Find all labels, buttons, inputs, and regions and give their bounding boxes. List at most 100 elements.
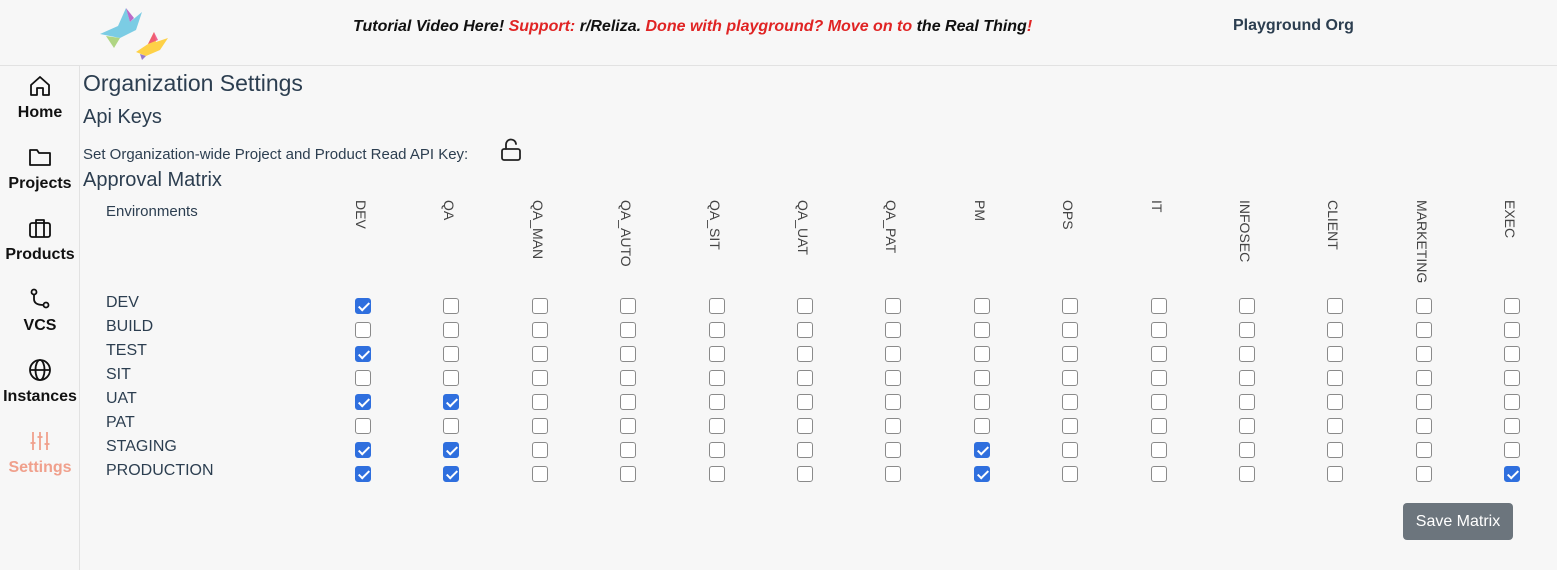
sidebar-item-projects[interactable]: Projects [0,145,80,193]
approval-checkbox[interactable] [885,466,901,482]
approval-checkbox[interactable] [1504,418,1520,434]
approval-checkbox[interactable] [532,394,548,410]
approval-checkbox[interactable] [1239,418,1255,434]
approval-checkbox[interactable] [443,346,459,362]
approval-checkbox[interactable] [797,418,813,434]
approval-checkbox[interactable] [797,346,813,362]
banner-segment[interactable]: . [637,18,646,35]
approval-checkbox[interactable] [532,370,548,386]
approval-checkbox[interactable] [1062,370,1078,386]
approval-checkbox[interactable] [974,298,990,314]
approval-checkbox[interactable] [355,322,371,338]
approval-checkbox[interactable] [1239,346,1255,362]
approval-checkbox[interactable] [974,370,990,386]
announcement-banner[interactable]: Tutorial Video Here! Support: r/Reliza. … [353,18,1032,36]
approval-checkbox[interactable] [709,322,725,338]
approval-checkbox[interactable] [620,394,636,410]
approval-checkbox[interactable] [1504,394,1520,410]
approval-checkbox[interactable] [1239,442,1255,458]
approval-checkbox[interactable] [620,442,636,458]
sidebar-item-vcs[interactable]: VCS [0,287,80,335]
approval-checkbox[interactable] [355,298,371,314]
approval-checkbox[interactable] [1239,322,1255,338]
approval-checkbox[interactable] [1327,394,1343,410]
approval-checkbox[interactable] [1151,298,1167,314]
approval-checkbox[interactable] [974,442,990,458]
org-name[interactable]: Playground Org [1233,17,1354,35]
approval-checkbox[interactable] [355,442,371,458]
banner-segment[interactable]: Done with playground? Move on to [646,18,913,35]
approval-checkbox[interactable] [709,298,725,314]
approval-checkbox[interactable] [1504,322,1520,338]
approval-checkbox[interactable] [709,394,725,410]
approval-checkbox[interactable] [355,418,371,434]
approval-checkbox[interactable] [1239,370,1255,386]
approval-checkbox[interactable] [1239,466,1255,482]
approval-checkbox[interactable] [1062,442,1078,458]
approval-checkbox[interactable] [885,370,901,386]
approval-checkbox[interactable] [797,370,813,386]
approval-checkbox[interactable] [1239,298,1255,314]
approval-checkbox[interactable] [1062,466,1078,482]
approval-checkbox[interactable] [620,370,636,386]
approval-checkbox[interactable] [885,346,901,362]
approval-checkbox[interactable] [1062,418,1078,434]
approval-checkbox[interactable] [1327,370,1343,386]
approval-checkbox[interactable] [797,394,813,410]
approval-checkbox[interactable] [974,322,990,338]
approval-checkbox[interactable] [532,442,548,458]
approval-checkbox[interactable] [709,466,725,482]
approval-checkbox[interactable] [885,394,901,410]
approval-checkbox[interactable] [443,442,459,458]
approval-checkbox[interactable] [1416,346,1432,362]
save-matrix-button[interactable]: Save Matrix [1403,503,1513,540]
approval-checkbox[interactable] [355,394,371,410]
hummingbird-logo[interactable] [96,4,172,60]
approval-checkbox[interactable] [709,418,725,434]
approval-checkbox[interactable] [885,322,901,338]
approval-checkbox[interactable] [709,370,725,386]
approval-checkbox[interactable] [1504,466,1520,482]
approval-checkbox[interactable] [797,298,813,314]
approval-checkbox[interactable] [1416,370,1432,386]
approval-checkbox[interactable] [1416,394,1432,410]
approval-checkbox[interactable] [443,298,459,314]
banner-segment[interactable]: ! [1027,18,1032,35]
approval-checkbox[interactable] [355,466,371,482]
approval-checkbox[interactable] [709,442,725,458]
unlock-icon[interactable] [499,138,523,162]
approval-checkbox[interactable] [885,418,901,434]
approval-checkbox[interactable] [1327,322,1343,338]
approval-checkbox[interactable] [885,298,901,314]
approval-checkbox[interactable] [1416,418,1432,434]
approval-checkbox[interactable] [1062,322,1078,338]
approval-checkbox[interactable] [709,346,725,362]
approval-checkbox[interactable] [532,466,548,482]
approval-checkbox[interactable] [1416,466,1432,482]
approval-checkbox[interactable] [797,466,813,482]
approval-checkbox[interactable] [355,370,371,386]
approval-checkbox[interactable] [443,418,459,434]
approval-checkbox[interactable] [1151,418,1167,434]
approval-checkbox[interactable] [1151,322,1167,338]
approval-checkbox[interactable] [1151,370,1167,386]
approval-checkbox[interactable] [620,298,636,314]
approval-checkbox[interactable] [443,394,459,410]
approval-checkbox[interactable] [1504,298,1520,314]
approval-checkbox[interactable] [620,418,636,434]
sidebar-item-settings[interactable]: Settings [0,429,80,477]
approval-checkbox[interactable] [532,322,548,338]
approval-checkbox[interactable] [1327,346,1343,362]
approval-checkbox[interactable] [797,322,813,338]
banner-segment[interactable]: Tutorial Video Here! [353,18,504,35]
approval-checkbox[interactable] [1062,346,1078,362]
sidebar-item-products[interactable]: Products [0,216,80,264]
approval-checkbox[interactable] [974,418,990,434]
approval-checkbox[interactable] [355,346,371,362]
approval-checkbox[interactable] [974,346,990,362]
approval-checkbox[interactable] [620,466,636,482]
approval-checkbox[interactable] [1416,322,1432,338]
approval-checkbox[interactable] [974,394,990,410]
approval-checkbox[interactable] [1062,298,1078,314]
banner-segment[interactable]: r/Reliza [580,18,637,35]
